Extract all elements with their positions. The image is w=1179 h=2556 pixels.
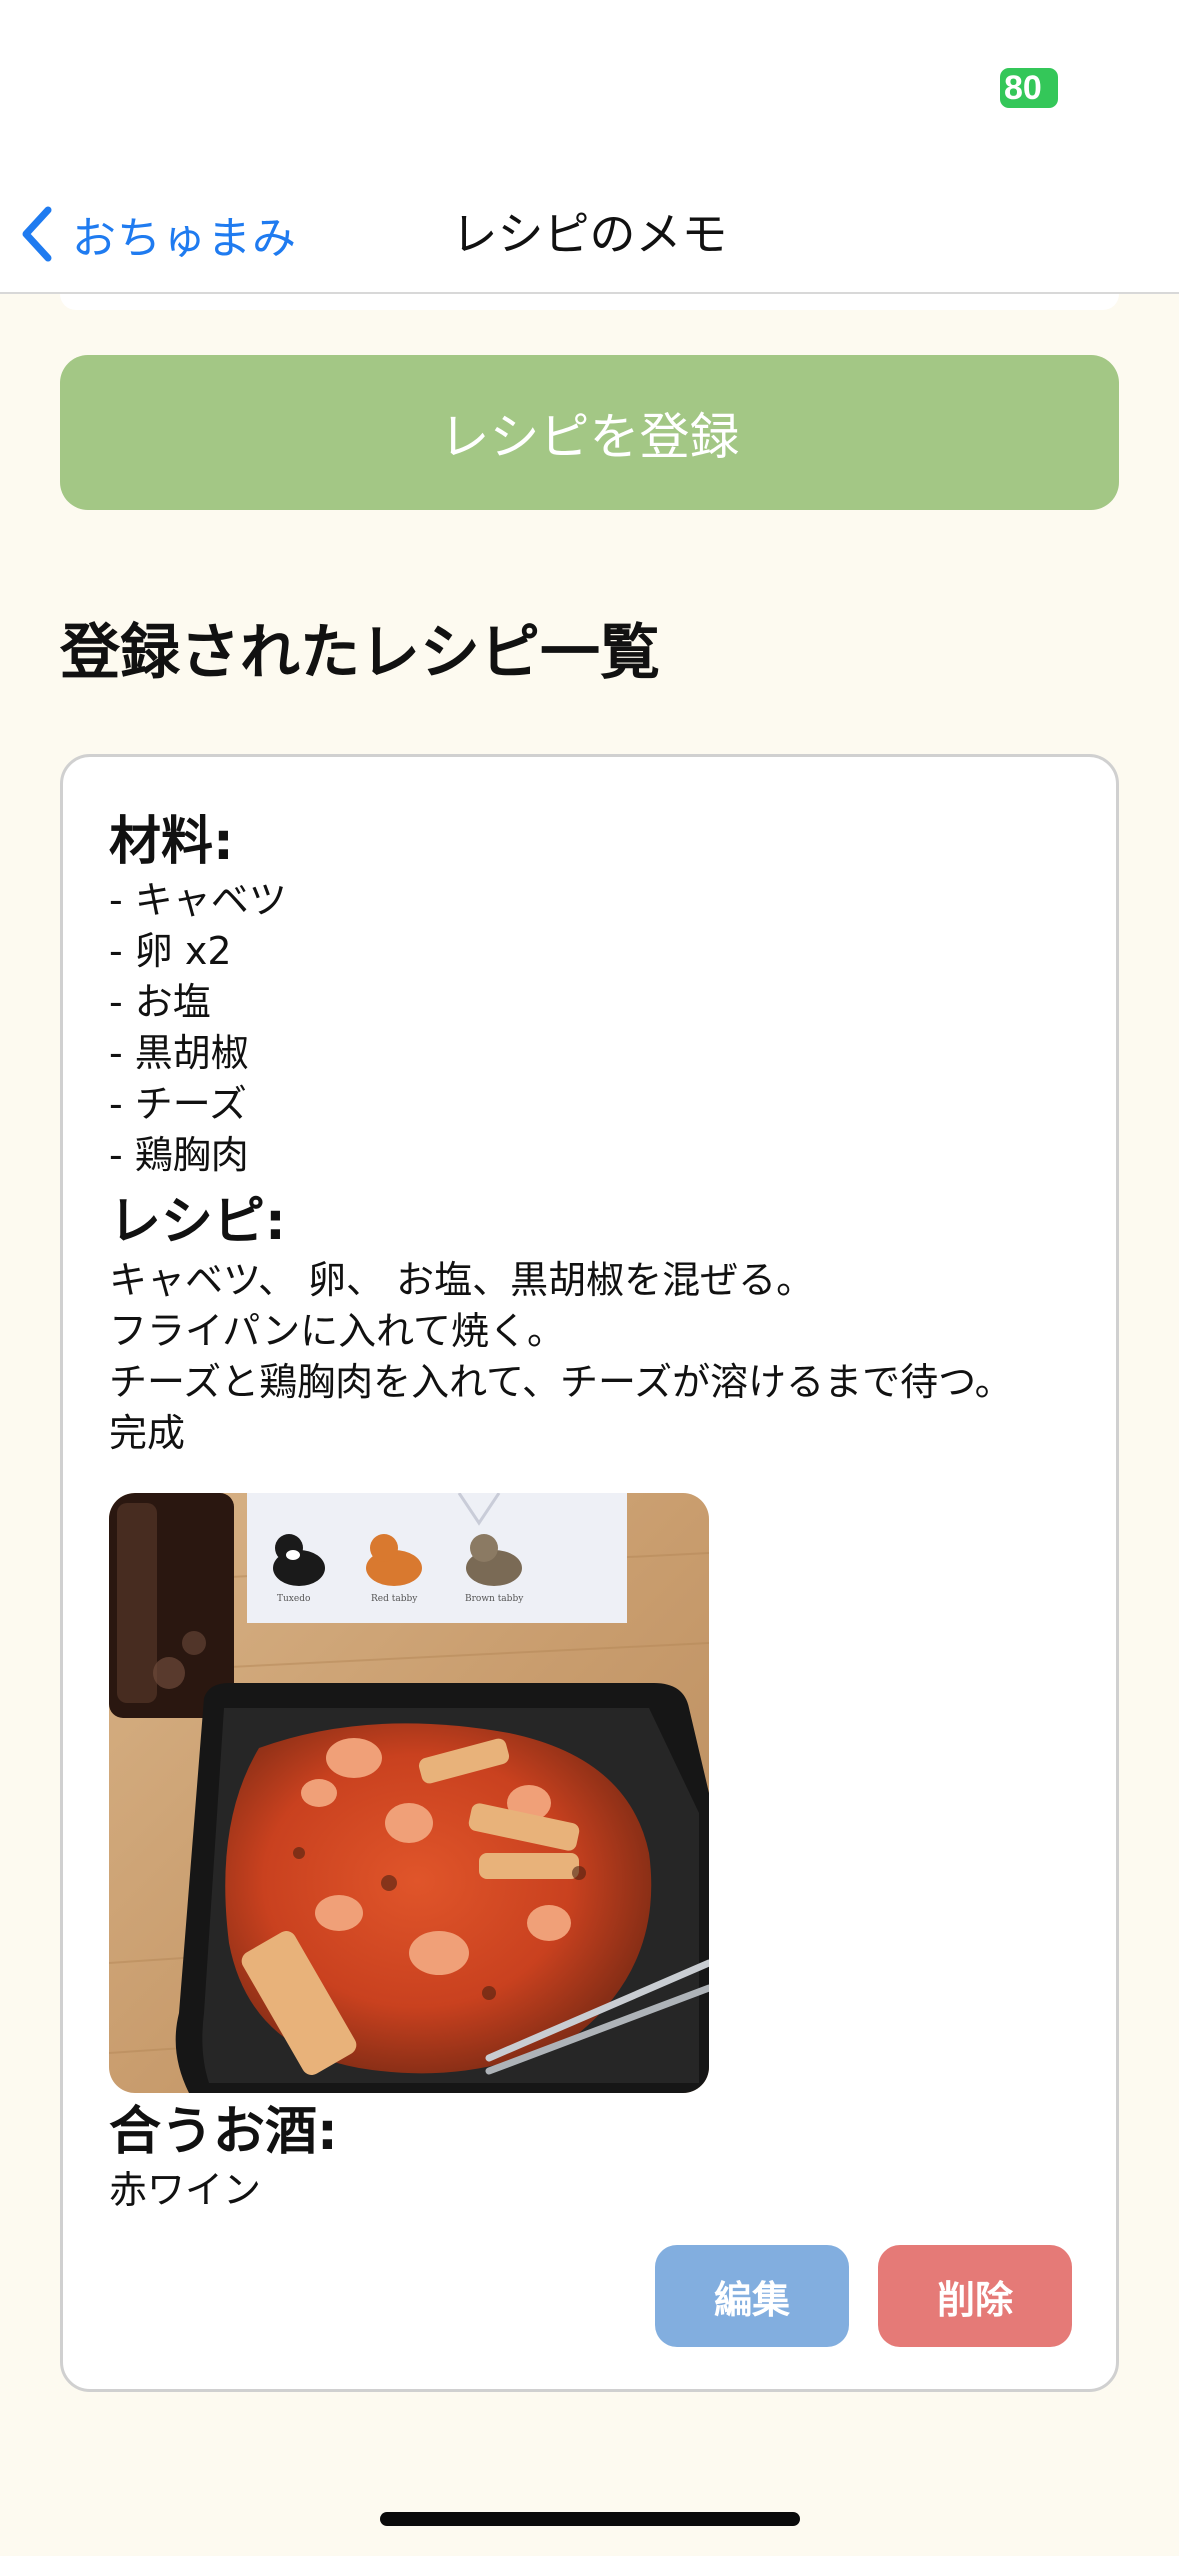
- register-recipe-button[interactable]: レシピを登録: [60, 355, 1119, 510]
- ingredients-label: 材料:: [109, 812, 234, 872]
- recipe-card: 材料: - キャベツ - 卵 x2 - お塩 - 黒胡椒 - チーズ - 鶏胸肉…: [60, 754, 1119, 2392]
- recipe-steps-label: レシピ:: [109, 1192, 286, 1252]
- ingredient-item: - チーズ: [109, 1082, 247, 1126]
- recipe-step: チーズと鶏胸肉を入れて、チーズが溶けるまで待つ。: [109, 1360, 1013, 1404]
- form-bottom-edge: [60, 294, 1119, 310]
- recipe-list-heading: 登録されたレシピ一覧: [60, 618, 660, 688]
- recipe-step: キャベツ、 卵、 お塩、黒胡椒を混ぜる。: [109, 1258, 815, 1302]
- ingredient-item: - 黒胡椒: [109, 1031, 249, 1075]
- ingredient-item: - キャベツ: [109, 878, 287, 922]
- delete-button[interactable]: 削除: [878, 2245, 1072, 2347]
- ingredients-list: - キャベツ - 卵 x2 - お塩 - 黒胡椒 - チーズ - 鶏胸肉: [109, 875, 1069, 1181]
- sake-value: 赤ワイン: [109, 2168, 262, 2212]
- recipe-steps: キャベツ、 卵、 お塩、黒胡椒を混ぜる。 フライパンに入れて焼く。 チーズと鶏胸…: [109, 1255, 1069, 1459]
- status-bar: 80: [0, 0, 1179, 176]
- photo-tag-tuxedo: Tuxedo: [277, 1594, 310, 1604]
- home-indicator[interactable]: [380, 2512, 800, 2526]
- battery-indicator: 80: [1000, 68, 1058, 108]
- photo-tag-red-tabby: Red tabby: [371, 1594, 418, 1604]
- edit-button[interactable]: 編集: [655, 2245, 849, 2347]
- back-button-label: おちゅまみ: [72, 213, 297, 264]
- chevron-left-icon: [20, 206, 54, 262]
- recipe-step: 完成: [109, 1411, 186, 1455]
- ingredient-item: - 鶏胸肉: [109, 1133, 249, 1177]
- sake-label: 合うお酒:: [109, 2102, 338, 2162]
- navigation-bar: レシピのメモ おちゅまみ: [0, 176, 1179, 294]
- recipe-card-content: 材料: - キャベツ - 卵 x2 - お塩 - 黒胡椒 - チーズ - 鶏胸肉…: [109, 809, 1069, 2216]
- recipe-step: フライパンに入れて焼く。: [109, 1309, 566, 1353]
- back-button[interactable]: おちゅまみ: [20, 196, 297, 272]
- recipe-photo: Tuxedo Red tabby Brown tabby: [109, 1493, 709, 2093]
- ingredient-item: - 卵 x2: [109, 929, 232, 973]
- ingredient-item: - お塩: [109, 980, 211, 1024]
- photo-tag-brown-tabby: Brown tabby: [465, 1594, 524, 1604]
